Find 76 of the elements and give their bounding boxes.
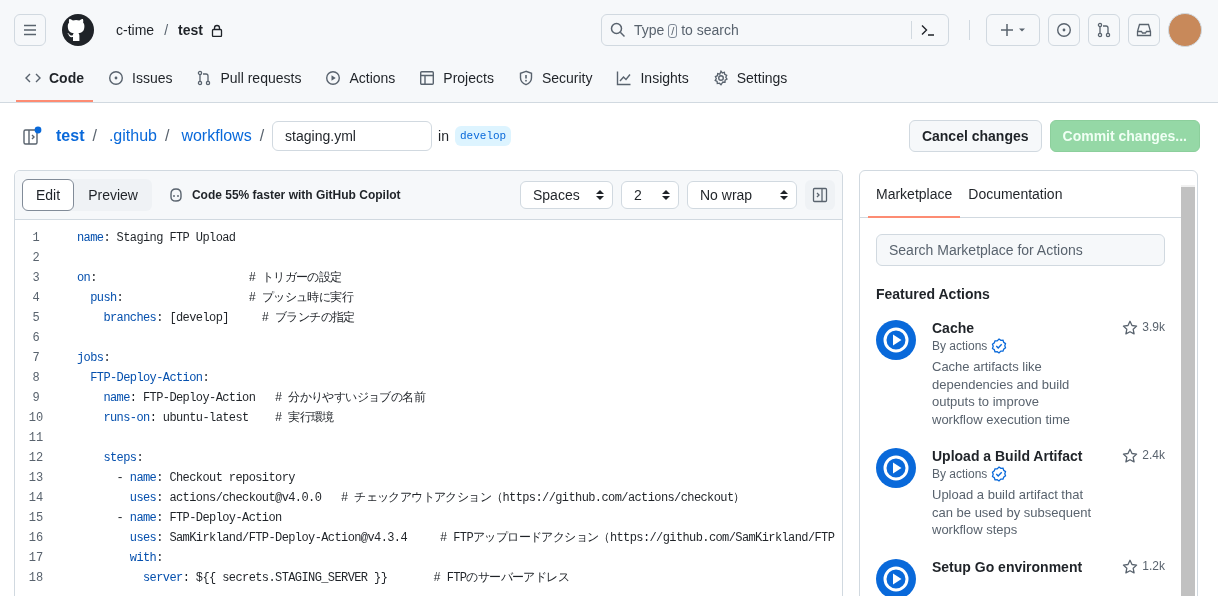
repo-tab[interactable]: Projects [410, 55, 503, 102]
repo-tab[interactable]: Code [16, 55, 93, 102]
search-placeholder: Type / to search [634, 22, 740, 38]
action-title-link[interactable]: Cache [932, 320, 1107, 336]
star-count: 3.9k [1142, 320, 1165, 334]
action-title-link[interactable]: Upload a Build Artifact [932, 448, 1107, 464]
line-number: 10 [27, 411, 45, 425]
path-separator: / [164, 22, 168, 38]
line-number: 18 [27, 571, 45, 585]
breadcrumb-link[interactable]: test [56, 127, 85, 145]
star-count: 2.4k [1142, 448, 1165, 462]
path-separator: / [259, 127, 265, 145]
line-number: 2 [31, 251, 41, 265]
code-line: name: FTP-Deploy-Action # 分かりやすいジョブの名前 [102, 390, 426, 406]
line-number: 4 [31, 291, 41, 305]
line-number: 3 [31, 271, 41, 285]
breadcrumb-link[interactable]: .github [108, 127, 157, 145]
code-line: name: Staging FTP Upload [77, 230, 236, 246]
action-author: By actions [932, 339, 988, 353]
filename-field[interactable]: staging.yml [272, 121, 433, 151]
line-number: 14 [27, 491, 45, 505]
marketplace-search-field[interactable]: Search Marketplace for Actions [876, 234, 1165, 266]
code-line: with: [128, 550, 163, 566]
repo-tab[interactable]: Issues [99, 55, 182, 102]
code-line: - name: Checkout repository [115, 470, 295, 486]
action-description: Upload a build artifact that can be used by subsequent workflow steps [932, 486, 1092, 539]
editor-select[interactable]: 2 [621, 181, 679, 209]
code-line: steps: [102, 450, 144, 466]
repo-tab[interactable]: Insights [607, 55, 698, 102]
repo-tab[interactable]: Pull requests [187, 55, 311, 102]
line-number: 7 [31, 351, 41, 365]
line-number: 5 [31, 311, 41, 325]
editor-select[interactable]: No wrap [687, 181, 797, 209]
line-number: 13 [27, 471, 45, 485]
line-number: 16 [27, 531, 45, 545]
line-number: 6 [31, 331, 41, 345]
code-line: jobs: [77, 350, 110, 366]
code-line: branches: [develop] # ブランチの指定 [102, 310, 355, 326]
path-separator: / [92, 127, 97, 145]
owner-link[interactable]: c-time [116, 22, 155, 38]
sidebar-tab[interactable]: Documentation [960, 171, 1071, 218]
line-number: 9 [31, 391, 41, 405]
featured-heading: Featured Actions [876, 286, 991, 302]
code-line: server: ${{ secrets.STAGING_SERVER }} # FTPのサーバーアドレス [142, 570, 570, 586]
editor-mode-tab[interactable]: Preview [74, 179, 152, 211]
action-description: Cache artifacts like dependencies and build outputs to improve workflow execution time [932, 358, 1071, 428]
cancel-button[interactable]: Cancel changes [908, 120, 1042, 152]
breadcrumb-link[interactable]: workflows [181, 127, 252, 145]
path-separator: / [164, 127, 170, 145]
code-line: uses: actions/checkout@v4.0.0 # チェックアウトアクション（https://github.com/actions/checkout） [128, 490, 745, 506]
star-count: 1.2k [1142, 558, 1165, 573]
search-field[interactable]: Type / to search [601, 14, 949, 46]
branch-label: develop [455, 126, 512, 146]
line-number: 17 [27, 551, 45, 565]
repo-link[interactable]: test [178, 22, 203, 38]
action-author: By actions [932, 467, 988, 481]
code-line: runs-on: ubuntu-latest # 実行環境 [102, 410, 334, 426]
in-label: in [438, 128, 449, 144]
action-title-link[interactable]: Setup Go environment [932, 558, 1107, 575]
line-number: 1 [31, 231, 41, 245]
repo-tab[interactable]: Security [508, 55, 602, 102]
line-number: 12 [27, 451, 45, 465]
code-line: push: # プッシュ時に実行 [89, 290, 354, 306]
editor-select[interactable]: Spaces [520, 181, 613, 209]
repo-tab[interactable]: Actions [316, 55, 405, 102]
sidebar-tab[interactable]: Marketplace [868, 171, 961, 218]
line-number: 8 [31, 371, 41, 385]
editor-mode-tab[interactable]: Edit [22, 179, 75, 211]
line-number: 15 [27, 511, 45, 525]
line-number: 11 [27, 431, 45, 445]
repo-tab[interactable]: Settings [703, 55, 797, 102]
code-line: uses: SamKirkland/FTP-Deploy-Action@v4.3.4 # FTPアップロードアクション（https://github.com/SamKirkland/FTP [128, 530, 835, 546]
code-line: on: # トリガーの設定 [77, 270, 342, 286]
code-line: - name: FTP-Deploy-Action [115, 510, 282, 526]
copilot-promo-link[interactable]: Code 55% faster with GitHub Copilot [191, 188, 401, 202]
code-line: FTP-Deploy-Action: [89, 370, 210, 386]
